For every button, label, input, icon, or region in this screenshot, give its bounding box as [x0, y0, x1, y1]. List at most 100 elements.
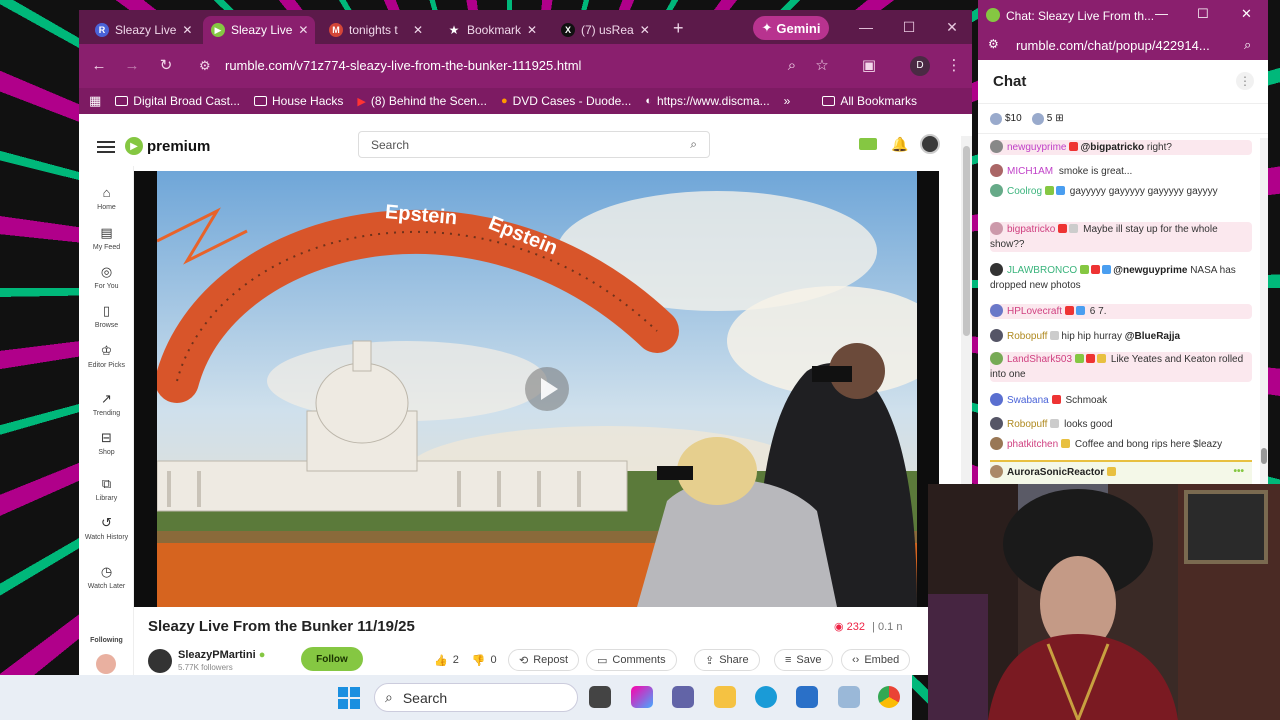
tab-1[interactable]: R Sleazy Live ✕ [87, 16, 199, 44]
rumble-logo[interactable]: ▶ premium [125, 137, 210, 155]
chat-username[interactable]: LandShark503 [1007, 354, 1072, 365]
start-icon[interactable] [338, 687, 360, 709]
close-icon[interactable]: ✕ [413, 23, 423, 37]
chat-options-icon[interactable]: ⋮ [1236, 72, 1254, 90]
lens-icon[interactable]: ▣ [859, 56, 879, 76]
go-live-icon[interactable] [859, 138, 877, 150]
channel-avatar[interactable] [148, 649, 172, 673]
tab-4[interactable]: ★ Bookmark ✕ [439, 16, 543, 44]
thumbs-down-icon[interactable]: 👎 [472, 654, 486, 667]
save-button[interactable]: ≡ Save [774, 649, 833, 671]
url-field[interactable]: ⚙ rumble.com/v71z774-sleazy-live-from-th… [197, 52, 817, 80]
page-scrollbar[interactable] [961, 136, 972, 485]
nav-shop[interactable]: ⊟ Shop [79, 431, 134, 457]
search-placeholder: Search [371, 137, 410, 152]
maximize-icon[interactable]: ☐ [1197, 6, 1209, 22]
zoom-icon[interactable]: ⌕ [782, 56, 802, 76]
teams-icon[interactable] [672, 686, 694, 708]
chat-username[interactable]: Robopuff [1007, 419, 1047, 430]
back-icon[interactable]: ← [89, 56, 109, 76]
site-info-icon[interactable]: ⚙ [199, 52, 211, 80]
close-icon[interactable]: ✕ [640, 23, 650, 37]
gemini-button[interactable]: ✦ Gemini [753, 16, 829, 40]
channel-name[interactable]: SleazyPMartini ● [178, 649, 265, 661]
bookmark-star-icon[interactable]: ☆ [812, 56, 832, 76]
bookmark-item[interactable]: ● DVD Cases - Duode... [501, 94, 631, 108]
profile-avatar[interactable]: D [910, 56, 930, 76]
apps-grid-icon[interactable]: ▦ [89, 93, 101, 109]
chat-username[interactable]: AuroraSonicReactor [1007, 467, 1104, 478]
minimize-icon[interactable]: — [851, 16, 881, 38]
bookmark-item[interactable]: ◐ https://www.discma... [645, 94, 769, 108]
search-icon[interactable]: ⌕ [690, 137, 697, 152]
comments-button[interactable]: ▭ Comments [586, 649, 677, 671]
nav-browse[interactable]: ▯ Browse [79, 304, 134, 330]
bookmark-item[interactable]: Digital Broad Cast... [115, 94, 240, 108]
search-input[interactable]: Search ⌕ [358, 131, 710, 158]
store-icon[interactable] [796, 686, 818, 708]
bookmark-item[interactable]: House Hacks [254, 94, 343, 108]
close-icon[interactable]: ✕ [1241, 6, 1252, 22]
nav-library[interactable]: ⧉ Library [79, 477, 134, 503]
bookmarks-overflow-icon[interactable]: » [784, 94, 791, 108]
site-info-icon[interactable]: ⚙ [988, 37, 999, 51]
embed-label: Embed [864, 654, 900, 666]
mention: @bigpatricko [1080, 142, 1145, 153]
side-nav: ⌂ Home ▤ My Feed ◎ For You ▯ Browse ♔ Editor … [79, 166, 134, 675]
chat-scrollbar[interactable] [1260, 138, 1268, 484]
edge-icon[interactable] [755, 686, 777, 708]
nav-trending[interactable]: ↗ Trending [79, 392, 134, 418]
minimize-icon[interactable]: — [1155, 6, 1168, 21]
tab-2-active[interactable]: ▶ Sleazy Live ✕ [203, 16, 315, 44]
nav-home[interactable]: ⌂ Home [79, 186, 134, 212]
close-window-icon[interactable]: ✕ [937, 16, 967, 38]
user-avatar[interactable] [920, 134, 940, 154]
nav-watch-history[interactable]: ↺ Watch History [79, 516, 134, 542]
follow-button[interactable]: Follow [301, 647, 363, 671]
new-tab-icon[interactable]: + [673, 18, 684, 39]
tab-3[interactable]: M tonights t ✕ [321, 16, 431, 44]
file-explorer-icon[interactable] [714, 686, 736, 708]
chat-username[interactable]: Robopuff [1007, 331, 1047, 342]
all-bookmarks[interactable]: All Bookmarks [822, 94, 917, 108]
embed-button[interactable]: ‹› Embed [841, 649, 911, 671]
menu-dots-icon[interactable]: ⋮ [944, 56, 964, 76]
nav-editor-picks[interactable]: ♔ Editor Picks [79, 344, 134, 370]
following-channel-avatar[interactable] [96, 654, 116, 674]
reload-icon[interactable]: ↻ [156, 56, 176, 76]
app-icon[interactable] [838, 686, 860, 708]
chat-username[interactable]: phatkitchen [1007, 439, 1058, 450]
close-icon[interactable]: ✕ [182, 23, 192, 37]
tab-5[interactable]: X (7) usRea ✕ [553, 16, 657, 44]
chat-username[interactable]: Coolrog [1007, 186, 1042, 197]
more-options-icon[interactable]: ••• [1233, 464, 1244, 479]
nav-watch-later[interactable]: ◷ Watch Later [79, 565, 134, 591]
close-icon[interactable]: ✕ [527, 23, 537, 37]
chat-username[interactable]: bigpatricko [1007, 224, 1055, 235]
nav-for-you[interactable]: ◎ For You [79, 265, 134, 291]
task-view-icon[interactable] [589, 686, 611, 708]
bell-icon[interactable]: 🔔 [891, 136, 908, 153]
thumbs-up-icon[interactable]: 👍 [434, 654, 448, 667]
rant-pill[interactable]: 5 ⊞ [1031, 112, 1064, 125]
share-button[interactable]: ⇪ Share [694, 649, 760, 671]
chat-message: Robopuff hip hip hurray @BlueRajja [990, 329, 1252, 344]
chat-username[interactable]: HPLovecraft [1007, 306, 1062, 317]
chat-username[interactable]: MICH1AM [1007, 166, 1053, 177]
close-icon[interactable]: ✕ [298, 23, 308, 37]
chat-username[interactable]: newguyprime [1007, 142, 1066, 153]
taskbar-search[interactable]: ⌕ Search [374, 683, 578, 712]
chat-username[interactable]: Swabana [1007, 395, 1049, 406]
video-player[interactable]: Epstein Epstein [134, 171, 939, 607]
bookmark-item[interactable]: ▶ (8) Behind the Scen... [357, 94, 487, 108]
maximize-icon[interactable]: ☐ [894, 16, 924, 38]
copilot-icon[interactable] [631, 686, 653, 708]
zoom-icon[interactable]: ⌕ [1244, 37, 1251, 53]
repost-button[interactable]: ⟲ Repost [508, 649, 580, 671]
hamburger-menu-icon[interactable] [97, 141, 115, 153]
chat-username[interactable]: JLAWBRONCO [1007, 265, 1077, 276]
nav-my-feed[interactable]: ▤ My Feed [79, 226, 134, 252]
forward-icon[interactable]: → [122, 56, 142, 76]
chrome-icon[interactable] [878, 686, 900, 708]
rant-pill[interactable]: $10 [990, 112, 1022, 125]
